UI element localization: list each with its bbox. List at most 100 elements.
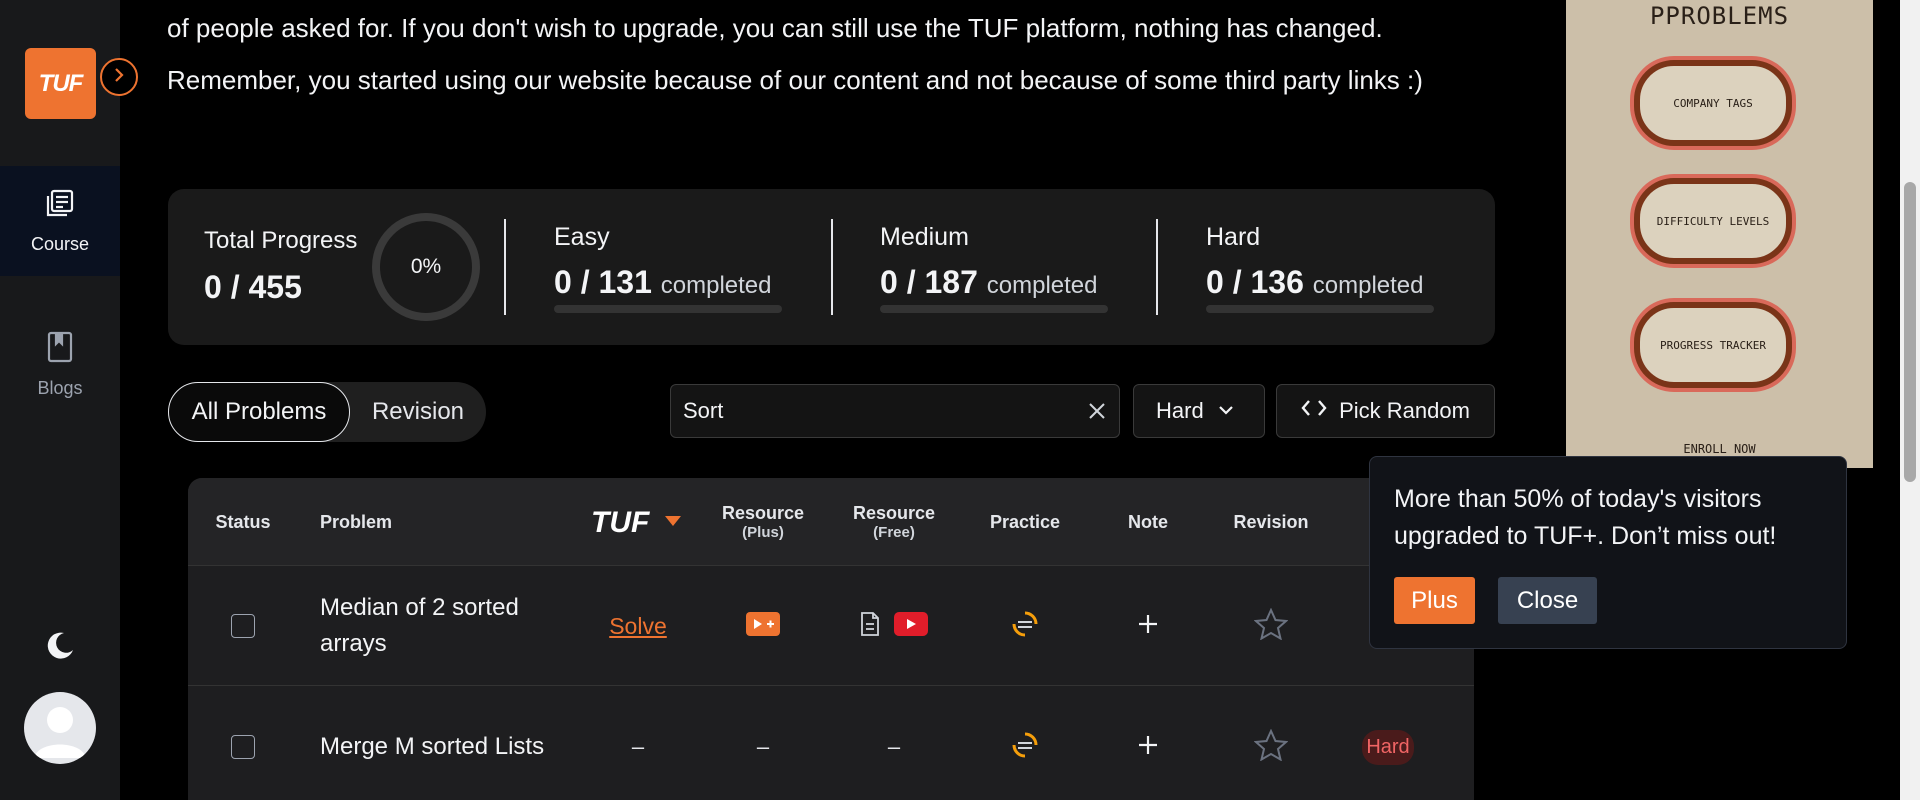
- upgrade-popup: More than 50% of today's visitors upgrad…: [1369, 456, 1847, 649]
- plus-icon[interactable]: [1137, 734, 1159, 761]
- code-icon: [1301, 398, 1327, 424]
- difficulty-dropdown[interactable]: Hard: [1133, 384, 1265, 438]
- stat-label: Hard: [1206, 223, 1261, 251]
- star-icon[interactable]: [1253, 728, 1289, 766]
- video-plus-icon[interactable]: [746, 611, 780, 641]
- search-box: [670, 384, 1120, 438]
- codestudio-icon[interactable]: [1010, 609, 1040, 644]
- close-icon[interactable]: [1085, 399, 1109, 428]
- difficulty-cell: Hard: [1338, 687, 1438, 800]
- resource-free-cell: [839, 566, 949, 686]
- youtube-icon[interactable]: [894, 611, 928, 641]
- plus-button[interactable]: Plus: [1394, 577, 1475, 624]
- avatar[interactable]: [24, 692, 96, 764]
- progress-percent: 0%: [410, 255, 442, 278]
- header-revision: Revision: [1233, 511, 1309, 532]
- progress-bar: [880, 305, 1108, 313]
- revision-cell: [1216, 566, 1326, 686]
- tuf-cell: Solve: [583, 566, 693, 686]
- plus-icon[interactable]: [1137, 613, 1159, 640]
- progress-card: Total Progress 0 / 455 0% Easy 0 / 131 c…: [168, 189, 1495, 345]
- divider: [504, 219, 506, 315]
- stat-value: 0 / 136 completed: [1206, 264, 1424, 300]
- search-input[interactable]: [683, 385, 1063, 437]
- problem-tabs: All Problems Revision: [168, 382, 486, 442]
- problem-name[interactable]: Merge M sorted Lists: [320, 687, 580, 800]
- status-checkbox[interactable]: [231, 735, 255, 759]
- tab-revision[interactable]: Revision: [350, 382, 486, 442]
- promo-banner[interactable]: PPROBLEMS COMPANY TAGS DIFFICULTY LEVELS…: [1566, 0, 1873, 468]
- stat-value: 0 / 131 completed: [554, 264, 772, 300]
- progress-bar: [1206, 305, 1434, 313]
- promo-bubble: PROGRESS TRACKER: [1634, 302, 1792, 388]
- expand-sidebar-button[interactable]: [100, 58, 138, 96]
- tuf-logo[interactable]: TUF: [25, 48, 96, 119]
- revision-cell: [1216, 687, 1326, 800]
- medium-stat: Medium 0 / 187 completed: [880, 223, 1110, 313]
- practice-cell: [970, 566, 1080, 686]
- close-button[interactable]: Close: [1498, 577, 1597, 624]
- header-status: Status: [215, 511, 271, 532]
- promo-cta: ENROLL NOW: [1683, 442, 1756, 456]
- sidebar-item-course[interactable]: Course: [0, 166, 120, 276]
- note-cell: [1093, 687, 1203, 800]
- divider: [831, 219, 833, 315]
- status-checkbox[interactable]: [231, 614, 255, 638]
- table-row: Median of 2 sorted arrays Solve: [188, 566, 1474, 686]
- promo-bubble: COMPANY TAGS: [1634, 60, 1792, 146]
- sidebar-item-label: Course: [30, 234, 90, 254]
- pick-random-button[interactable]: Pick Random: [1276, 384, 1495, 438]
- course-icon: [44, 187, 76, 224]
- header-note: Note: [1128, 511, 1168, 532]
- difficulty-selected: Hard: [1156, 398, 1204, 423]
- total-progress-label: Total Progress: [204, 227, 358, 254]
- stat-label: Medium: [880, 223, 969, 251]
- chevron-right-icon: [111, 67, 127, 88]
- status-cell: [188, 687, 298, 800]
- sidebar-item-blogs[interactable]: Blogs: [0, 310, 120, 420]
- resource-free-cell: –: [887, 734, 901, 759]
- resource-plus-cell: –: [756, 734, 770, 759]
- stat-value: 0 / 187 completed: [880, 264, 1098, 300]
- header-resource-free: Resource (Free): [852, 503, 936, 541]
- easy-stat: Easy 0 / 131 completed: [554, 223, 784, 313]
- tuf-logo-icon: TUF: [583, 478, 693, 566]
- pick-random-label: Pick Random: [1339, 398, 1470, 423]
- difficulty-badge: Hard: [1362, 729, 1414, 765]
- practice-cell: [970, 687, 1080, 800]
- sidebar: TUF Course Blogs: [0, 0, 120, 800]
- star-icon[interactable]: [1253, 607, 1289, 645]
- problem-name[interactable]: Median of 2 sorted arrays: [320, 566, 580, 686]
- total-progress-value: 0 / 455: [204, 269, 302, 305]
- promo-title: PPROBLEMS: [1649, 2, 1790, 30]
- problems-table: Status Problem TUF Resource (Plus) Resou…: [188, 478, 1474, 800]
- progress-ring: 0%: [372, 213, 480, 321]
- tab-all-problems[interactable]: All Problems: [168, 382, 350, 442]
- table-row: Merge M sorted Lists – – – Hard: [188, 687, 1474, 800]
- header-resource-plus: Resource (Plus): [721, 503, 805, 541]
- chevron-down-icon: [1218, 398, 1234, 424]
- moon-icon: [44, 632, 76, 666]
- intro-text: of people asked for. If you don't wish t…: [167, 13, 1383, 43]
- bookmark-icon: [46, 331, 74, 368]
- solve-link[interactable]: Solve: [609, 613, 667, 640]
- header-problem: Problem: [320, 511, 393, 532]
- scrollbar[interactable]: [1900, 0, 1920, 800]
- svg-text:TUF: TUF: [591, 506, 650, 538]
- progress-bar: [554, 305, 782, 313]
- resource-plus-cell: [708, 566, 818, 686]
- scrollbar-thumb[interactable]: [1904, 182, 1916, 482]
- popup-message: More than 50% of today's visitors upgrad…: [1394, 485, 1777, 550]
- dark-mode-toggle[interactable]: [44, 630, 76, 667]
- promo-bubble: DIFFICULTY LEVELS: [1634, 178, 1792, 264]
- tuf-cell: –: [631, 734, 645, 759]
- table-header: Status Problem TUF Resource (Plus) Resou…: [188, 478, 1474, 566]
- status-cell: [188, 566, 298, 686]
- hard-stat: Hard 0 / 136 completed: [1206, 223, 1436, 313]
- note-cell: [1093, 566, 1203, 686]
- codestudio-icon[interactable]: [1010, 730, 1040, 765]
- divider: [1156, 219, 1158, 315]
- article-icon[interactable]: [860, 611, 880, 642]
- intro-text: Remember, you started using our website …: [167, 65, 1423, 95]
- header-practice: Practice: [989, 511, 1061, 532]
